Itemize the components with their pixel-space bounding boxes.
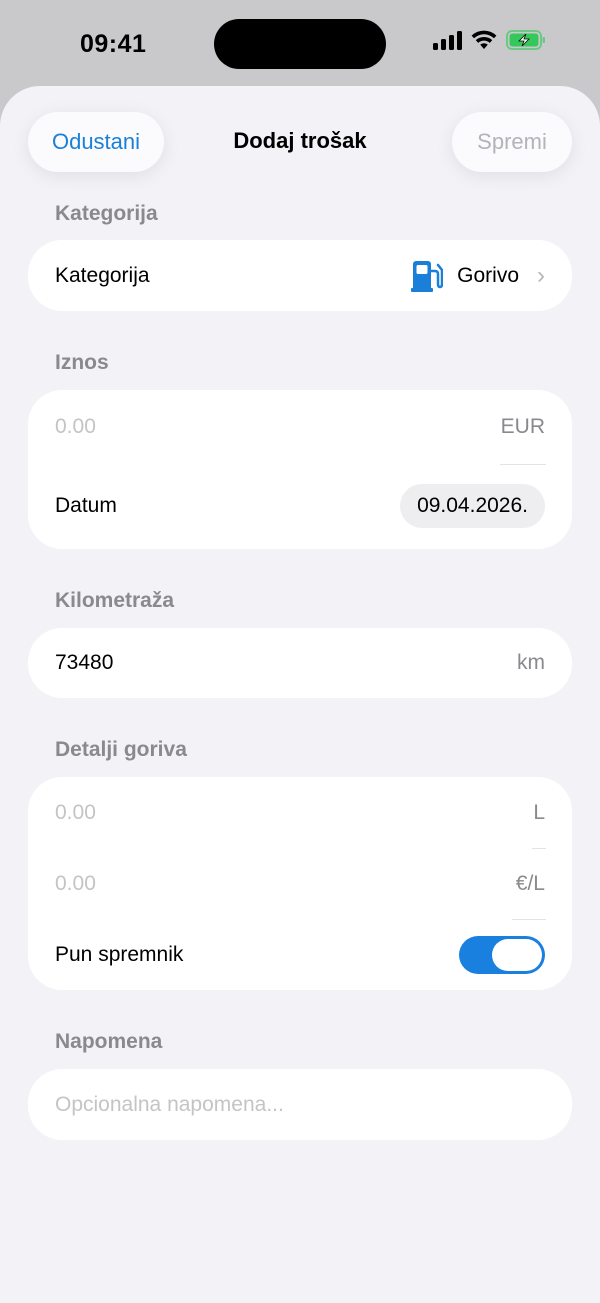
category-value-group: Gorivo › xyxy=(411,259,545,293)
chevron-right-icon: › xyxy=(537,261,545,289)
full-tank-row: Pun spremnik xyxy=(55,919,545,991)
note-section-header: Napomena xyxy=(55,1030,163,1053)
note-row: Opcionalna napomena... xyxy=(55,1069,545,1140)
category-card: Kategorija Gorivo › xyxy=(28,240,572,311)
battery-charging-icon xyxy=(506,30,545,50)
mileage-row[interactable]: 73480 km xyxy=(55,628,545,698)
date-picker-button[interactable]: 09.04.2026. xyxy=(400,484,545,528)
mileage-input[interactable]: 73480 xyxy=(55,651,113,675)
liters-input[interactable]: 0.00 xyxy=(55,801,96,825)
cellular-signal-icon xyxy=(433,30,462,50)
liters-row[interactable]: 0.00 L xyxy=(55,777,545,849)
category-value: Gorivo xyxy=(457,263,519,287)
fuel-details-card: 0.00 L 0.00 €/L Pun spremnik xyxy=(28,777,572,990)
price-per-liter-input[interactable]: 0.00 xyxy=(55,872,96,896)
toggle-knob xyxy=(492,939,542,971)
amount-input[interactable]: 0.00 xyxy=(55,415,96,439)
mileage-section-header: Kilometraža xyxy=(55,589,175,612)
fuel-section-header: Detalji goriva xyxy=(55,738,187,761)
amount-row[interactable]: 0.00 EUR xyxy=(55,390,545,464)
amount-section-header: Iznos xyxy=(55,351,109,374)
wifi-icon xyxy=(471,30,497,49)
divider xyxy=(500,464,546,465)
save-button[interactable]: Spremi xyxy=(452,112,572,172)
add-expense-sheet: Odustani Dodaj trošak Spremi Kategorija … xyxy=(0,86,600,1303)
full-tank-toggle[interactable] xyxy=(459,936,545,974)
date-label: Datum xyxy=(55,494,117,517)
currency-label: EUR xyxy=(500,415,545,438)
status-time: 09:41 xyxy=(80,30,147,58)
status-icons xyxy=(433,30,546,50)
note-input[interactable]: Opcionalna napomena... xyxy=(55,1093,284,1117)
status-bar: 09:41 xyxy=(0,0,600,90)
fuel-pump-icon xyxy=(411,260,444,292)
category-section-header: Kategorija xyxy=(55,202,158,225)
mileage-unit: km xyxy=(517,651,545,674)
category-row[interactable]: Kategorija Gorivo › xyxy=(55,240,545,311)
amount-card: 0.00 EUR Datum 09.04.2026. xyxy=(28,390,572,549)
mileage-card: 73480 km xyxy=(28,628,572,698)
category-row-label: Kategorija xyxy=(55,263,150,287)
note-card: Opcionalna napomena... xyxy=(28,1069,572,1140)
liters-unit: L xyxy=(533,801,545,824)
date-row: Datum 09.04.2026. xyxy=(55,470,545,542)
price-per-liter-unit: €/L xyxy=(515,872,545,895)
price-per-liter-row[interactable]: 0.00 €/L xyxy=(55,848,545,920)
dynamic-island xyxy=(214,19,386,69)
full-tank-label: Pun spremnik xyxy=(55,943,184,966)
